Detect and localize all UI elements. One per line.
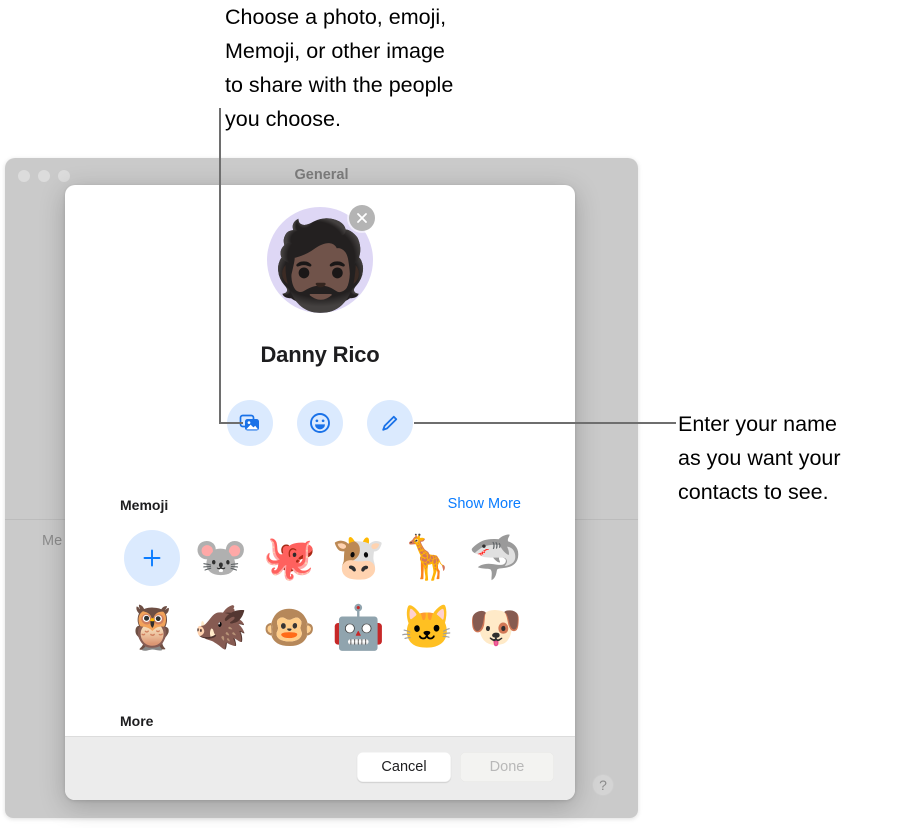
robot-icon: 🤖 [331, 604, 386, 652]
callout-leader-line-photo-horizontal [219, 422, 243, 424]
more-section-title: More [120, 713, 154, 729]
plus-icon [124, 530, 181, 586]
memoji-item-giraffe[interactable]: 🦒 [393, 530, 462, 586]
memoji-item-shark[interactable]: 🦈 [461, 530, 530, 586]
cancel-button[interactable]: Cancel [357, 752, 451, 782]
me-label: Me [42, 533, 63, 549]
avatar-container: 🧔🏿 [267, 205, 375, 313]
memoji-item-owl[interactable]: 🦉 [118, 600, 187, 656]
giraffe-icon: 🦒 [400, 534, 454, 582]
done-button: Done [460, 752, 554, 782]
memoji-section-title: Memoji [120, 497, 169, 513]
boar-icon: 🐗 [194, 604, 248, 652]
callout-text-photo: Choose a photo, emoji, Memoji, or other … [225, 5, 454, 131]
window-title: General [294, 167, 349, 183]
memoji-item-cat[interactable]: 🐱 [393, 600, 462, 656]
avatar-picker-sheet: 🧔🏿 Danny Rico Memoji Show More 🐭 🐙 🐮 🦒 🦈… [65, 185, 575, 800]
memoji-add-button[interactable] [118, 530, 187, 586]
callout-leader-line-photo-vertical [219, 108, 221, 424]
cat-icon: 🐱 [400, 604, 454, 652]
memoji-item-monkey[interactable]: 🐵 [255, 600, 324, 656]
emoji-icon-button[interactable] [297, 400, 343, 446]
callout-leader-line-name [414, 422, 676, 424]
memoji-item-robot[interactable]: 🤖 [324, 600, 393, 656]
shark-icon: 🦈 [468, 534, 523, 582]
monkey-icon: 🐵 [262, 604, 317, 652]
sheet-footer: Cancel Done [65, 736, 575, 800]
show-more-link[interactable]: Show More [448, 496, 521, 512]
dog-icon: 🐶 [468, 604, 523, 652]
memoji-item-cow[interactable]: 🐮 [324, 530, 393, 586]
memoji-grid: 🐭 🐙 🐮 🦒 🦈 🦉 🐗 🐵 🤖 🐱 🐶 [118, 530, 530, 656]
edit-icon-button[interactable] [367, 400, 413, 446]
emoji-icon [308, 411, 332, 435]
memoji-item-octopus[interactable]: 🐙 [255, 530, 324, 586]
memoji-item-boar[interactable]: 🐗 [187, 600, 256, 656]
help-button[interactable]: ? [592, 774, 614, 796]
callout-text-name: Enter your name as you want your contact… [678, 412, 841, 504]
cow-icon: 🐮 [331, 534, 386, 582]
display-name: Danny Rico [260, 342, 380, 367]
pencil-icon [378, 411, 402, 435]
memoji-item-dog[interactable]: 🐶 [461, 600, 530, 656]
owl-icon: 🦉 [125, 604, 180, 652]
mouse-icon: 🐭 [194, 534, 248, 582]
close-icon[interactable] [349, 205, 375, 231]
memoji-item-mouse[interactable]: 🐭 [187, 530, 256, 586]
octopus-icon: 🐙 [262, 534, 317, 582]
